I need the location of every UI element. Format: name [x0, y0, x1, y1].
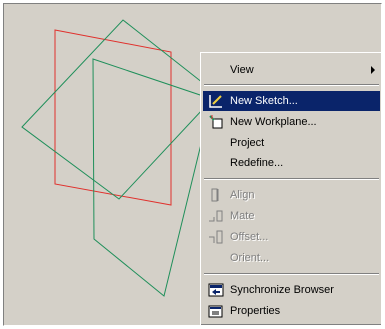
menu-item-mate[interactable]: Mate: [203, 206, 380, 226]
orient-label: Orient...: [230, 252, 270, 264]
red-workplane[interactable]: [54, 29, 172, 206]
properties-icon: [208, 303, 224, 319]
offset-label: Offset...: [230, 231, 269, 243]
green-workplane[interactable]: [21, 19, 218, 200]
view-label: View: [230, 64, 254, 76]
menu-item-new-sketch[interactable]: New Sketch...: [203, 91, 380, 111]
redefine-label: Redefine...: [230, 157, 284, 169]
project-label: Project: [230, 137, 265, 149]
align-icon: [208, 187, 224, 203]
menu-separator: [204, 273, 379, 275]
synchronize-browser-icon: [208, 282, 224, 298]
green-workplane-vertical[interactable]: [92, 58, 213, 297]
menu-item-properties[interactable]: Properties: [203, 301, 380, 321]
properties-label: Properties: [230, 305, 281, 317]
menu-item-new-workplane[interactable]: New Workplane...: [203, 112, 380, 132]
menu-item-align[interactable]: Align: [203, 185, 380, 205]
new-workplane-label: New Workplane...: [230, 116, 317, 128]
menu-separator: [204, 84, 379, 86]
mate-label: Mate: [230, 210, 255, 222]
menu-item-offset[interactable]: Offset...: [203, 227, 380, 247]
mate-icon: [208, 208, 224, 224]
menu-item-view[interactable]: View: [203, 60, 380, 80]
new-workplane-icon: [208, 114, 224, 130]
submenu-arrow-icon: [371, 66, 375, 74]
menu-item-orient[interactable]: Orient...: [203, 248, 380, 268]
context-menu: View New Sketch... New Workplane... Proj…: [200, 52, 381, 325]
graphics-viewport[interactable]: View New Sketch... New Workplane... Proj…: [3, 3, 382, 326]
offset-icon: [208, 229, 224, 245]
new-sketch-label: New Sketch...: [230, 95, 298, 107]
menu-item-project[interactable]: Project: [203, 133, 380, 153]
menu-item-redefine[interactable]: Redefine...: [203, 153, 380, 173]
align-label: Align: [230, 189, 255, 201]
new-sketch-icon: [208, 93, 224, 109]
menu-item-synchronize-browser[interactable]: Synchronize Browser: [203, 280, 380, 300]
synchronize-browser-label: Synchronize Browser: [230, 284, 334, 296]
menu-separator: [204, 178, 379, 180]
